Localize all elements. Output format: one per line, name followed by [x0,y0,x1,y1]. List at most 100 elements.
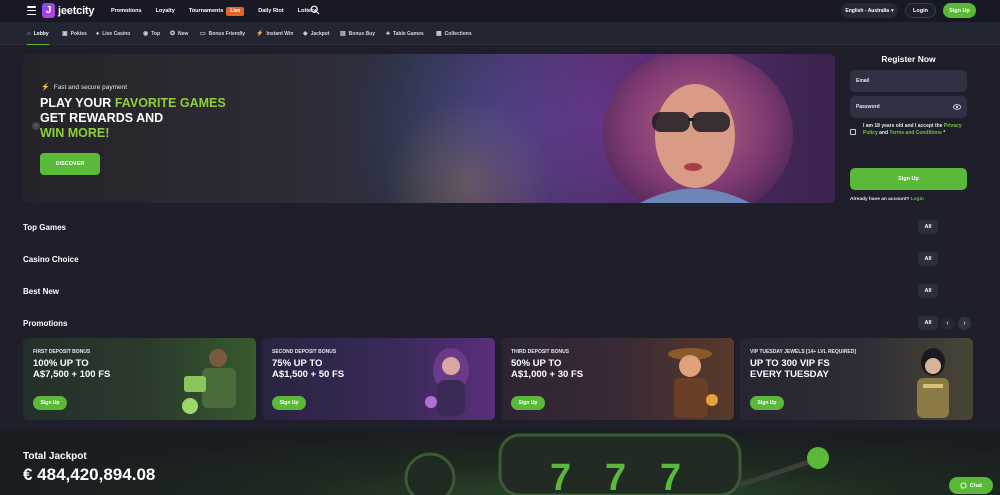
terms-text: I am 18 years old and I accept the Priva… [863,123,971,136]
promo-signup-button[interactable]: Sign Up [33,396,67,410]
promo-card-second-deposit[interactable]: SECOND DEPOSIT BONUS 75% UP TO A$1,500 +… [262,338,495,420]
promo-signup-button[interactable]: Sign Up [272,396,306,410]
nav-tournaments-label: Tournaments [188,8,224,14]
already-text: Already have an account? [850,197,911,202]
promo-line1: 50% UP TO [511,358,562,369]
tab-label: Bonus Buy [348,30,376,37]
tab-pokies[interactable]: ▣ Pokies [62,22,87,45]
top-games-all-button[interactable]: All [918,220,938,234]
tab-label: Jackpot [310,30,330,37]
hero-character-image [603,54,793,203]
terms-checkbox[interactable] [850,129,856,135]
menu-icon[interactable] [27,6,36,15]
register-signup-button[interactable]: Sign Up [850,168,967,190]
register-title: Register Now [881,54,936,64]
chevron-left-icon[interactable]: ‹ [32,122,40,130]
bonus-buy-icon: ▤ [340,31,346,37]
tab-new[interactable]: ✪ New [170,22,188,45]
eye-icon[interactable] [953,103,961,111]
tab-label: Lobby [33,30,49,37]
hero-tag-text: Fast and secure payment [53,83,128,91]
chat-label: Chat [969,482,983,489]
promo-signup-button[interactable]: Sign Up [511,396,545,410]
terms-conditions-link[interactable]: Terms and Conditions [889,130,941,136]
tab-collections[interactable]: ▦ Collections [436,22,472,45]
top-icon: ◉ [143,31,149,37]
promo-title: 100% UP TO A$7,500 + 100 FS [33,358,110,380]
tab-label: Live Casino [102,30,131,37]
nav-loyalty[interactable]: Loyalty [156,8,175,14]
promo-card-first-deposit[interactable]: FIRST DEPOSIT BONUS 100% UP TO A$7,500 +… [23,338,256,420]
hero-line1-b: FAVORITE GAMES [114,96,226,110]
logo-text: jeetcity [58,4,95,17]
terms-prefix: I am 18 years old and I accept the [863,123,944,129]
promo-tag: VIP TUESDAY JEWELS [14+ LVL REQUIRED] [750,349,857,355]
promo-line2: EVERY TUESDAY [750,369,829,380]
promo-tag: THIRD DEPOSIT BONUS [511,349,570,355]
live-casino-icon: ♠ [96,30,100,37]
tab-live-casino[interactable]: ♠ Live Casino [96,22,130,45]
promo-line2: A$1,500 + 50 FS [272,369,345,380]
section-title-best-new: Best New [23,287,60,296]
promo-title: 50% UP TO A$1,000 + 30 FS [511,358,583,380]
casino-choice-all-button[interactable]: All [918,252,938,266]
promo-title: UP TO 300 VIP FS EVERY TUESDAY [750,358,830,380]
lightning-icon: ⚡ [41,84,50,91]
instant-win-icon: ⚡ [256,31,264,37]
terms-and: and [877,129,890,136]
password-field[interactable]: Password [850,96,967,118]
tab-lobby[interactable]: ⌂ Lobby [27,22,49,45]
already-account: Already have an account? Login [850,197,924,202]
tab-top[interactable]: ◉ Top [143,22,160,45]
svg-text:7: 7 [660,457,681,495]
nav-tournaments[interactable]: Tournaments Live [188,6,245,16]
email-field[interactable]: Email [850,70,967,92]
promo-tag: SECOND DEPOSIT BONUS [272,349,337,355]
bonus-friendly-icon: ▭ [200,31,206,37]
discover-button[interactable]: DISCOVER [40,153,100,175]
promo-character-image [425,348,469,416]
login-link[interactable]: Login [911,197,924,202]
live-badge: Live [226,6,245,16]
tab-label: Instant Win [266,30,294,37]
tab-table-games[interactable]: ♣ Table Games [386,22,424,45]
nav-promotions[interactable]: Promotions [111,8,142,14]
promo-character-image [668,348,718,418]
promo-character-image [182,349,236,414]
table-games-icon: ♣ [386,30,390,37]
promotions-all-button[interactable]: All [918,316,938,330]
chat-button[interactable]: Chat [949,477,993,494]
tab-label: New [178,30,189,37]
promo-line1: 100% UP TO [33,358,89,369]
promo-signup-button[interactable]: Sign Up [750,396,784,410]
language-label: English - Australia [845,7,890,14]
top-header: J jeetcity Promotions Loyalty Tournament… [0,0,1000,22]
chevron-right-icon[interactable]: › [958,317,971,330]
chevron-left-icon[interactable]: ‹ [941,317,954,330]
tab-jackpot[interactable]: ◆ Jackpot [303,22,330,45]
chevron-down-icon: ▾ [891,7,894,14]
email-label: Email [856,78,870,84]
tab-label: Collections [444,30,472,37]
best-new-all-button[interactable]: All [918,284,938,298]
promo-card-third-deposit[interactable]: THIRD DEPOSIT BONUS 50% UP TO A$1,000 + … [501,338,734,420]
section-title-promotions: Promotions [23,319,68,328]
slot-machine-image: 7 7 7 [404,433,829,495]
signup-button[interactable]: Sign Up [943,3,976,18]
new-icon: ✪ [170,31,176,37]
search-icon[interactable] [310,5,320,15]
hero-title: PLAY YOUR FAVORITE GAMES GET REWARDS AND… [40,96,226,141]
logo[interactable]: J jeetcity [42,3,95,18]
tab-bonus-buy[interactable]: ▤ Bonus Buy [340,22,375,45]
jackpot-icon: ◆ [303,31,308,37]
svg-text:7: 7 [550,457,571,495]
tab-bonus-friendly[interactable]: ▭ Bonus Friendly [200,22,245,45]
login-button[interactable]: Login [905,3,936,18]
language-selector[interactable]: English - Australia ▾ [841,3,898,18]
promo-card-vip-tuesday[interactable]: VIP TUESDAY JEWELS [14+ LVL REQUIRED] UP… [740,338,973,420]
nav-daily-riot[interactable]: Daily Riot [258,8,283,14]
chat-icon [960,482,967,489]
promo-title: 75% UP TO A$1,500 + 50 FS [272,358,344,380]
pokies-icon: ▣ [62,31,68,37]
tab-instant-win[interactable]: ⚡ Instant Win [256,22,293,45]
